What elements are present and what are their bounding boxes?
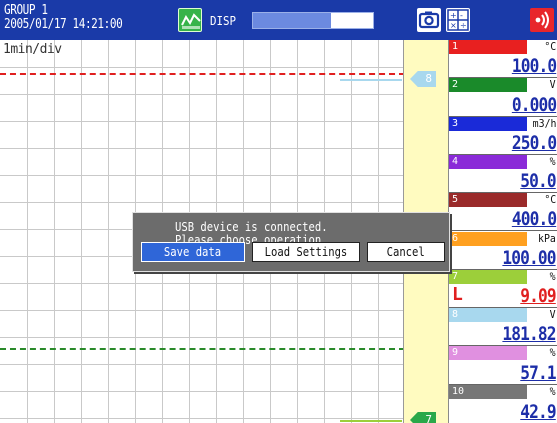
disp-mode-icon[interactable]	[178, 8, 202, 32]
alarm-icon[interactable]	[530, 8, 554, 32]
svg-text:+: +	[450, 11, 457, 20]
channel-alarm-flag: L	[452, 284, 463, 306]
channel-color-bar	[449, 308, 527, 323]
channel-value: 0.000	[511, 93, 557, 116]
channel-row: 1 °C 100.0	[449, 40, 557, 79]
channel-number: 2	[452, 79, 459, 91]
channel-number: 6	[452, 232, 459, 244]
grid-vertical-line	[81, 40, 82, 423]
channel-value: 100.0	[511, 55, 557, 78]
grid-horizontal-line	[0, 175, 404, 176]
grid-horizontal-line	[0, 337, 404, 338]
channel-row: 5 °C 400.0	[449, 193, 557, 232]
channel-number: 3	[452, 117, 459, 129]
channel-color-bar	[449, 193, 527, 208]
channel-number: 7	[452, 270, 459, 282]
red-alarm-line	[0, 73, 404, 75]
channel-number: 9	[452, 347, 459, 359]
grid-horizontal-line	[0, 310, 404, 311]
channel-row: 10 % 42.9	[449, 384, 557, 423]
channel-8-trace	[340, 79, 402, 81]
channel-number: 5	[452, 194, 459, 206]
grid-horizontal-line	[0, 283, 404, 284]
camera-icon[interactable]	[417, 8, 441, 32]
channel-row: 9 % 57.1	[449, 346, 557, 385]
channel-color-bar	[449, 78, 527, 93]
grid-horizontal-line	[0, 67, 404, 68]
channel-color-bar	[449, 231, 527, 246]
channel-unit: °C	[544, 40, 556, 53]
grid-horizontal-line	[0, 418, 404, 419]
channel-row: 3 m3/h 250.0	[449, 116, 557, 155]
channel-unit: °C	[544, 193, 556, 207]
load-settings-label: Load Settings	[264, 245, 348, 259]
grid-horizontal-line	[0, 94, 404, 95]
disp-label: DISP	[210, 14, 237, 28]
grid-vertical-line	[108, 40, 109, 423]
marker-tag-8: 8	[410, 71, 436, 87]
save-data-button[interactable]: Save data	[141, 242, 245, 262]
channel-color-bar	[449, 40, 527, 54]
marker-tag-7: 7	[410, 412, 436, 423]
channel-unit: V	[550, 308, 556, 322]
channel-number: 8	[452, 309, 459, 321]
cancel-label: Cancel	[386, 245, 426, 259]
channel-value: 50.0	[520, 170, 556, 193]
grid-vertical-line	[27, 40, 28, 423]
memory-progress-fill	[253, 13, 331, 28]
channel-value: 57.1	[520, 361, 556, 384]
channel-value: 100.00	[502, 246, 557, 269]
channel-unit: m3/h	[532, 116, 556, 130]
channel-number: 10	[452, 385, 465, 397]
channel-color-bar	[449, 269, 527, 284]
channel-7-trace	[340, 420, 402, 422]
grid-horizontal-line	[0, 391, 404, 392]
cancel-button[interactable]: Cancel	[367, 242, 445, 262]
channel-number: 4	[452, 155, 459, 167]
channel-value: 250.0	[511, 131, 557, 154]
channel-value: 42.9	[520, 400, 556, 423]
channel-unit: %	[550, 269, 556, 283]
channel-unit: %	[550, 384, 556, 398]
channel-number: 1	[452, 41, 459, 52]
channel-row: 2 V 0.000	[449, 78, 557, 117]
channel-unit: %	[550, 346, 556, 360]
channel-unit: kPa	[538, 231, 556, 245]
remaining-time: 19min	[335, 14, 368, 28]
grid-horizontal-line	[0, 121, 404, 122]
svg-text:÷: ÷	[460, 21, 467, 30]
load-settings-button[interactable]: Load Settings	[252, 242, 360, 262]
channel-color-bar	[449, 154, 527, 169]
channel-color-bar	[449, 346, 527, 361]
channel-value: 400.0	[511, 208, 557, 231]
svg-text:×: ×	[450, 21, 457, 30]
channel-unit: V	[550, 78, 556, 92]
channel-row: 7 % L 9.09	[449, 269, 557, 309]
channel-unit: %	[550, 154, 556, 168]
save-data-label: Save data	[164, 245, 222, 259]
status-header: GROUP 1 2005/01/17 14:21:00 DISP 19min +…	[0, 0, 557, 40]
channel-row: 4 % 50.0	[449, 154, 557, 194]
channel-row: 6 kPa 100.00	[449, 231, 557, 270]
grid-horizontal-line	[0, 364, 404, 365]
grid-vertical-line	[54, 40, 55, 423]
green-alarm-line	[0, 348, 404, 350]
grid-horizontal-line	[0, 202, 404, 203]
channel-row: 8 V 181.82	[449, 308, 557, 347]
channel-value: 181.82	[502, 323, 557, 346]
calculator-icon[interactable]: + - × ÷	[446, 8, 470, 32]
grid-horizontal-line	[0, 148, 404, 149]
channel-value-panel: 1 °C 100.0 2 V 0.000 3 m3/h 250.0 4 % 50…	[448, 40, 557, 423]
usb-dialog: USB device is connected. Please choose o…	[132, 212, 450, 272]
svg-text:-: -	[460, 11, 463, 20]
time-scale-label: 1min/div	[3, 42, 62, 57]
current-datetime: 2005/01/17 14:21:00	[4, 17, 123, 32]
group-name: GROUP 1	[4, 3, 48, 18]
channel-value: 9.09	[520, 285, 556, 308]
channel-color-bar	[449, 116, 527, 131]
